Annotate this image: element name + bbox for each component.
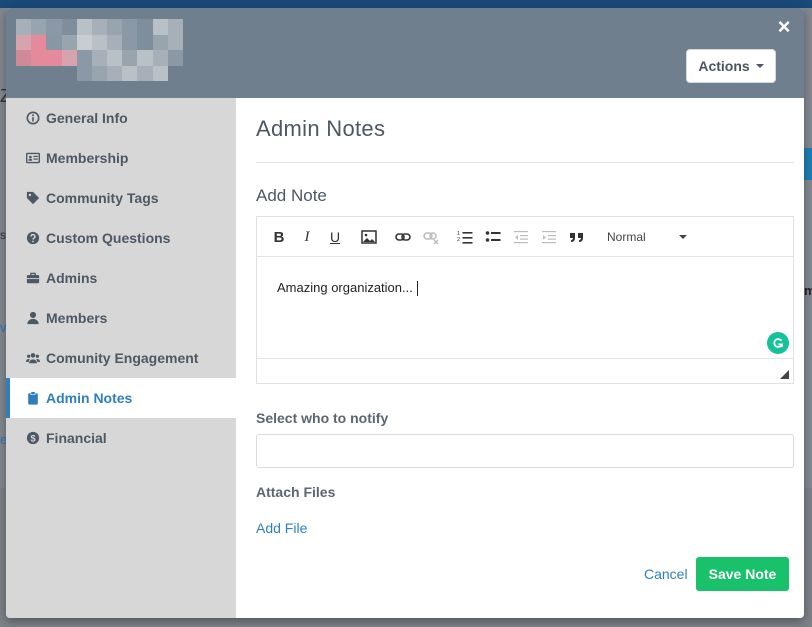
outdent-icon[interactable]	[511, 227, 531, 247]
sidebar-item-admin-notes[interactable]: Admin Notes	[6, 378, 236, 418]
tag-icon	[26, 191, 40, 205]
format-select-value: Normal	[607, 230, 646, 244]
sidebar-item-community-tags[interactable]: Community Tags	[6, 178, 236, 218]
cancel-button[interactable]: Cancel	[644, 566, 688, 582]
sidebar-item-label: Admins	[46, 270, 98, 286]
editor-footer	[257, 358, 793, 383]
resize-handle-icon[interactable]	[780, 370, 789, 379]
dollar-circle-icon: $	[26, 431, 40, 445]
save-note-button[interactable]: Save Note	[696, 557, 789, 591]
add-file-link[interactable]: Add File	[256, 520, 307, 536]
sidebar-item-members[interactable]: Members	[6, 298, 236, 338]
sidebar-item-label: Custom Questions	[46, 230, 171, 246]
sidebar-item-label: Membership	[46, 150, 129, 166]
id-card-icon	[26, 151, 40, 165]
bold-button[interactable]: B	[269, 227, 289, 247]
editor-toolbar: B I U 12 Normal	[257, 217, 793, 257]
bullet-list-icon[interactable]	[483, 227, 503, 247]
info-circle-icon	[26, 111, 40, 125]
unlink-icon[interactable]	[421, 227, 441, 247]
notify-label: Select who to notify	[256, 410, 389, 426]
sidebar-nav: General Info Membership Community Tags C…	[6, 98, 236, 618]
chevron-down-icon	[755, 64, 764, 68]
underline-button[interactable]: U	[325, 227, 345, 247]
ordered-list-icon[interactable]: 12	[455, 227, 475, 247]
attach-files-label: Attach Files	[256, 484, 336, 500]
actions-dropdown-button[interactable]: Actions	[686, 49, 776, 83]
admin-notes-panel: Admin Notes Add Note B I U 12 Normal Ama…	[236, 98, 804, 618]
user-icon	[26, 311, 40, 325]
sidebar-item-custom-questions[interactable]: Custom Questions	[6, 218, 236, 258]
format-select[interactable]: Normal	[607, 227, 687, 247]
admin-notes-modal: × Actions General Info Membership Commun…	[6, 8, 804, 618]
add-note-heading: Add Note	[256, 186, 327, 205]
briefcase-icon	[26, 271, 40, 285]
sidebar-item-label: Admin Notes	[46, 390, 133, 406]
sidebar-item-label: Members	[46, 310, 108, 326]
organization-logo	[16, 19, 198, 81]
sidebar-item-label: Community Tags	[46, 190, 159, 206]
modal-header: × Actions	[6, 8, 804, 98]
question-circle-icon	[26, 231, 40, 245]
rich-text-editor: B I U 12 Normal Amazing organization...	[256, 216, 794, 384]
clipboard-icon	[26, 391, 40, 405]
text-cursor	[416, 281, 418, 297]
close-button[interactable]: ×	[774, 16, 794, 38]
svg-text:2: 2	[457, 237, 460, 243]
page-title: Admin Notes	[256, 116, 386, 141]
sidebar-item-membership[interactable]: Membership	[6, 138, 236, 178]
sidebar-item-label: Financial	[46, 430, 107, 446]
chevron-down-icon	[679, 235, 687, 239]
notify-select-input[interactable]	[256, 434, 794, 468]
divider	[256, 162, 794, 163]
italic-button[interactable]: I	[297, 227, 317, 247]
backdrop-button-fragment	[804, 148, 812, 180]
note-text: Amazing organization...	[277, 280, 413, 295]
grammarly-icon[interactable]	[767, 332, 789, 354]
sidebar-item-label: Comunity Engagement	[46, 350, 199, 366]
sidebar-item-community-engagement[interactable]: Comunity Engagement	[6, 338, 236, 378]
link-icon[interactable]	[393, 227, 413, 247]
sidebar-item-label: General Info	[46, 110, 128, 126]
blockquote-icon[interactable]	[567, 227, 587, 247]
image-icon[interactable]	[359, 227, 379, 247]
sidebar-item-financial[interactable]: $ Financial	[6, 418, 236, 458]
backdrop-fragment: m	[804, 283, 812, 298]
sidebar-item-general-info[interactable]: General Info	[6, 98, 236, 138]
backdrop-top-bar	[0, 0, 812, 8]
users-icon	[26, 351, 40, 365]
actions-label: Actions	[698, 58, 750, 74]
svg-text:$: $	[30, 433, 35, 443]
note-text-area[interactable]: Amazing organization...	[257, 258, 793, 358]
indent-icon[interactable]	[539, 227, 559, 247]
sidebar-item-admins[interactable]: Admins	[6, 258, 236, 298]
